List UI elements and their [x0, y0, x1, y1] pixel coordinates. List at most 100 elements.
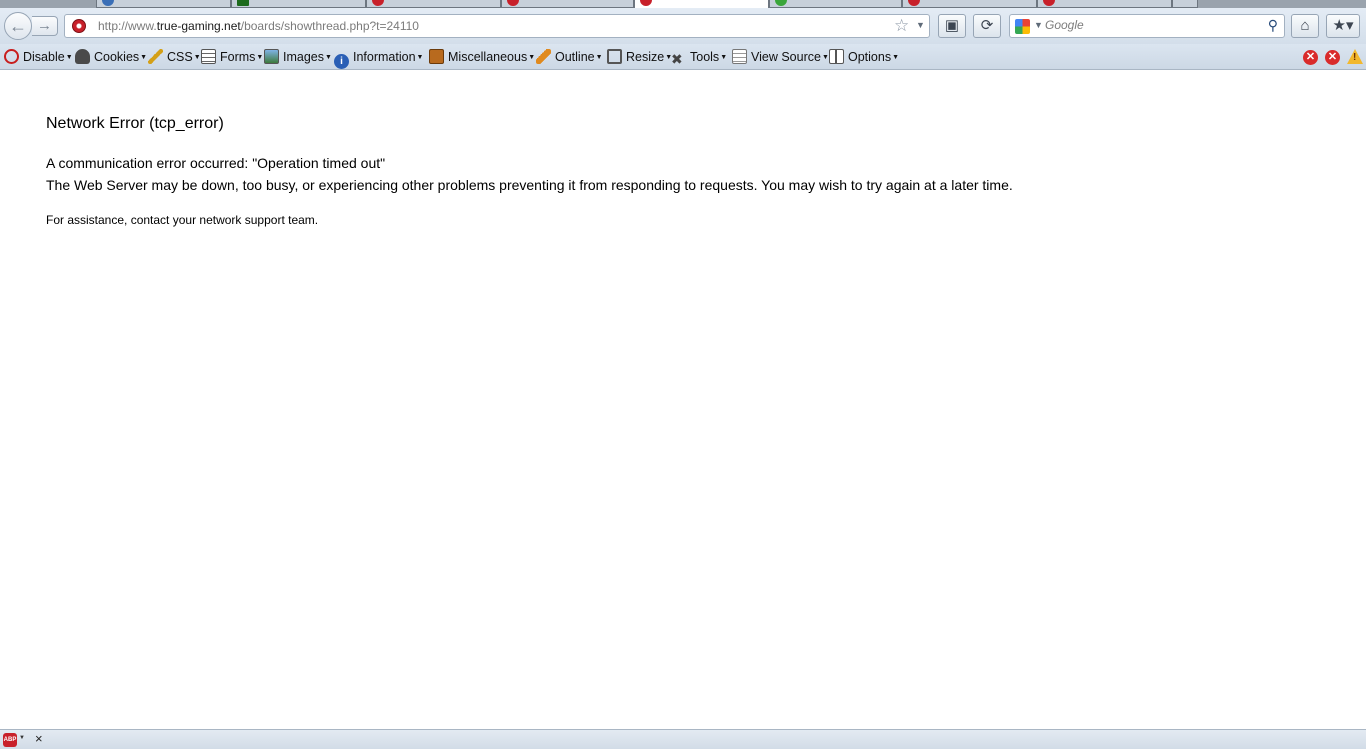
support-note: For assistance, contact your network sup…	[46, 213, 319, 227]
tab-favicon-icon	[102, 0, 114, 6]
devbar-images[interactable]: Images▼	[264, 49, 332, 65]
tab-favicon-icon	[640, 0, 652, 6]
devbar-miscellaneous[interactable]: Miscellaneous▼	[429, 49, 535, 65]
reload-icon: ⟳	[980, 17, 994, 34]
url-prefix: http://www.	[98, 19, 157, 33]
android-icon: ▣	[944, 17, 960, 34]
devbar-label: Options	[848, 50, 892, 64]
devbar-forms[interactable]: Forms▼	[201, 49, 263, 65]
tab-favicon-icon	[775, 0, 787, 6]
dropdown-arrow-icon: ▼	[595, 54, 603, 61]
url-bar[interactable]: http://www.true-gaming.net/boards/showth…	[64, 14, 930, 38]
dropdown-arrow-icon: ▼	[892, 54, 900, 61]
warning-mark: !	[1353, 52, 1357, 63]
devbar-cookies[interactable]: Cookies▼	[75, 49, 147, 65]
tab-favicon-icon	[1043, 0, 1055, 6]
devbar-label: Cookies	[94, 50, 140, 64]
dropdown-arrow-icon: ▼	[528, 54, 536, 61]
miscellaneous-icon	[429, 49, 444, 64]
devbar-resize[interactable]: Resize▼	[607, 49, 672, 65]
devbar-label: Forms	[220, 50, 256, 64]
tab-favicon-icon	[372, 0, 384, 6]
page-content: Network Error (tcp_error) A communicatio…	[0, 70, 1366, 729]
tab-8[interactable]	[1037, 0, 1172, 8]
view-source-icon	[732, 49, 747, 64]
devbar-outline[interactable]: Outline▼	[536, 49, 603, 65]
arrow-left-icon: ←	[9, 16, 27, 36]
tab-active[interactable]	[634, 0, 769, 8]
home-button[interactable]: ⌂	[1291, 14, 1319, 38]
js-error-icon[interactable]: ✕	[1325, 50, 1340, 65]
adblock-plus-icon[interactable]: ABP	[3, 733, 17, 747]
devbar-label: Images	[283, 50, 324, 64]
dropdown-arrow-icon: ▼	[416, 54, 424, 61]
adblock-dropdown-icon[interactable]: ▼	[19, 735, 25, 741]
tab-7[interactable]	[902, 0, 1037, 8]
cookies-icon	[75, 49, 90, 64]
reload-button[interactable]: ⟳	[973, 14, 1001, 38]
tab-3[interactable]	[366, 0, 501, 8]
url-domain: true-gaming.net	[156, 19, 241, 33]
bookmark-star-icon[interactable]: ☆	[894, 16, 909, 36]
devbar-view-source[interactable]: View Source▼	[732, 49, 829, 65]
tab-favicon-icon	[507, 0, 519, 6]
tab-6[interactable]	[769, 0, 902, 8]
search-icon[interactable]: ⚲	[1268, 17, 1278, 34]
tab-1[interactable]	[96, 0, 231, 8]
error-message: A communication error occurred: "Operati…	[46, 155, 386, 171]
information-icon: i	[334, 54, 349, 69]
url-history-dropdown-icon[interactable]: ▼	[916, 20, 925, 30]
devbar-disable[interactable]: Disable▼	[4, 49, 73, 65]
devbar-label: Information	[353, 50, 416, 64]
devbar-label: Miscellaneous	[448, 50, 528, 64]
tab-2[interactable]	[231, 0, 366, 8]
tab-strip	[0, 0, 1366, 8]
dropdown-arrow-icon: ▼	[140, 54, 148, 61]
dropdown-arrow-icon: ▼	[325, 54, 332, 61]
devbar-css[interactable]: CSS▼	[148, 49, 201, 65]
warning-icon[interactable]: !	[1347, 49, 1363, 64]
dropdown-arrow-icon: ▼	[256, 54, 264, 61]
images-icon	[264, 49, 279, 64]
addon-toolbar-button[interactable]: ▣	[938, 14, 966, 38]
back-forward-group: → ←	[4, 12, 60, 40]
arrow-right-icon: →	[37, 17, 52, 34]
tab-list-button[interactable]	[1172, 0, 1198, 8]
back-button[interactable]: ←	[4, 12, 32, 40]
bookmarks-menu-button[interactable]: ★▾	[1326, 14, 1360, 38]
bookmarks-icon: ★▾	[1332, 17, 1354, 34]
devbar-label: Disable	[23, 50, 65, 64]
disable-icon	[4, 49, 19, 64]
search-input[interactable]	[1045, 18, 1255, 32]
dropdown-arrow-icon: ▼	[193, 54, 201, 61]
tools-icon: ✖	[671, 51, 683, 67]
google-engine-icon[interactable]	[1015, 19, 1030, 34]
devbar-information[interactable]: i Information▼	[334, 49, 424, 69]
devbar-tools[interactable]: ✖ Tools▼	[671, 49, 728, 67]
resize-icon	[607, 49, 622, 64]
tab-favicon-icon	[908, 0, 920, 6]
dropdown-arrow-icon: ▼	[821, 54, 829, 61]
search-bar[interactable]: ▼ ⚲	[1009, 14, 1285, 38]
css-icon	[148, 49, 163, 64]
site-identity-icon[interactable]	[72, 19, 86, 33]
dropdown-arrow-icon: ▼	[65, 54, 73, 61]
url-text[interactable]: http://www.true-gaming.net/boards/showth…	[98, 19, 419, 33]
forms-icon	[201, 49, 216, 64]
home-icon: ⌂	[1300, 17, 1310, 34]
page-title: Network Error (tcp_error)	[46, 115, 224, 132]
devbar-options[interactable]: Options▼	[829, 49, 899, 65]
addon-bar: ABP ▼ ×	[0, 729, 1366, 749]
close-addon-bar-icon[interactable]: ×	[35, 731, 43, 746]
forward-button[interactable]: →	[32, 16, 58, 36]
outline-icon	[536, 49, 551, 64]
navigation-toolbar: → ← http://www.true-gaming.net/boards/sh…	[0, 8, 1366, 44]
url-path: /boards/showthread.php?t=24110	[240, 19, 419, 33]
web-developer-toolbar: Disable▼ Cookies▼ CSS▼ Forms▼ Images▼ iI…	[0, 44, 1366, 70]
devbar-label: Resize	[626, 50, 665, 64]
tab-4[interactable]	[501, 0, 634, 8]
dropdown-arrow-icon: ▼	[720, 54, 728, 61]
css-error-icon[interactable]: ✕	[1303, 50, 1318, 65]
search-engine-dropdown-icon[interactable]: ▼	[1034, 20, 1043, 30]
devbar-label: Outline	[555, 50, 595, 64]
